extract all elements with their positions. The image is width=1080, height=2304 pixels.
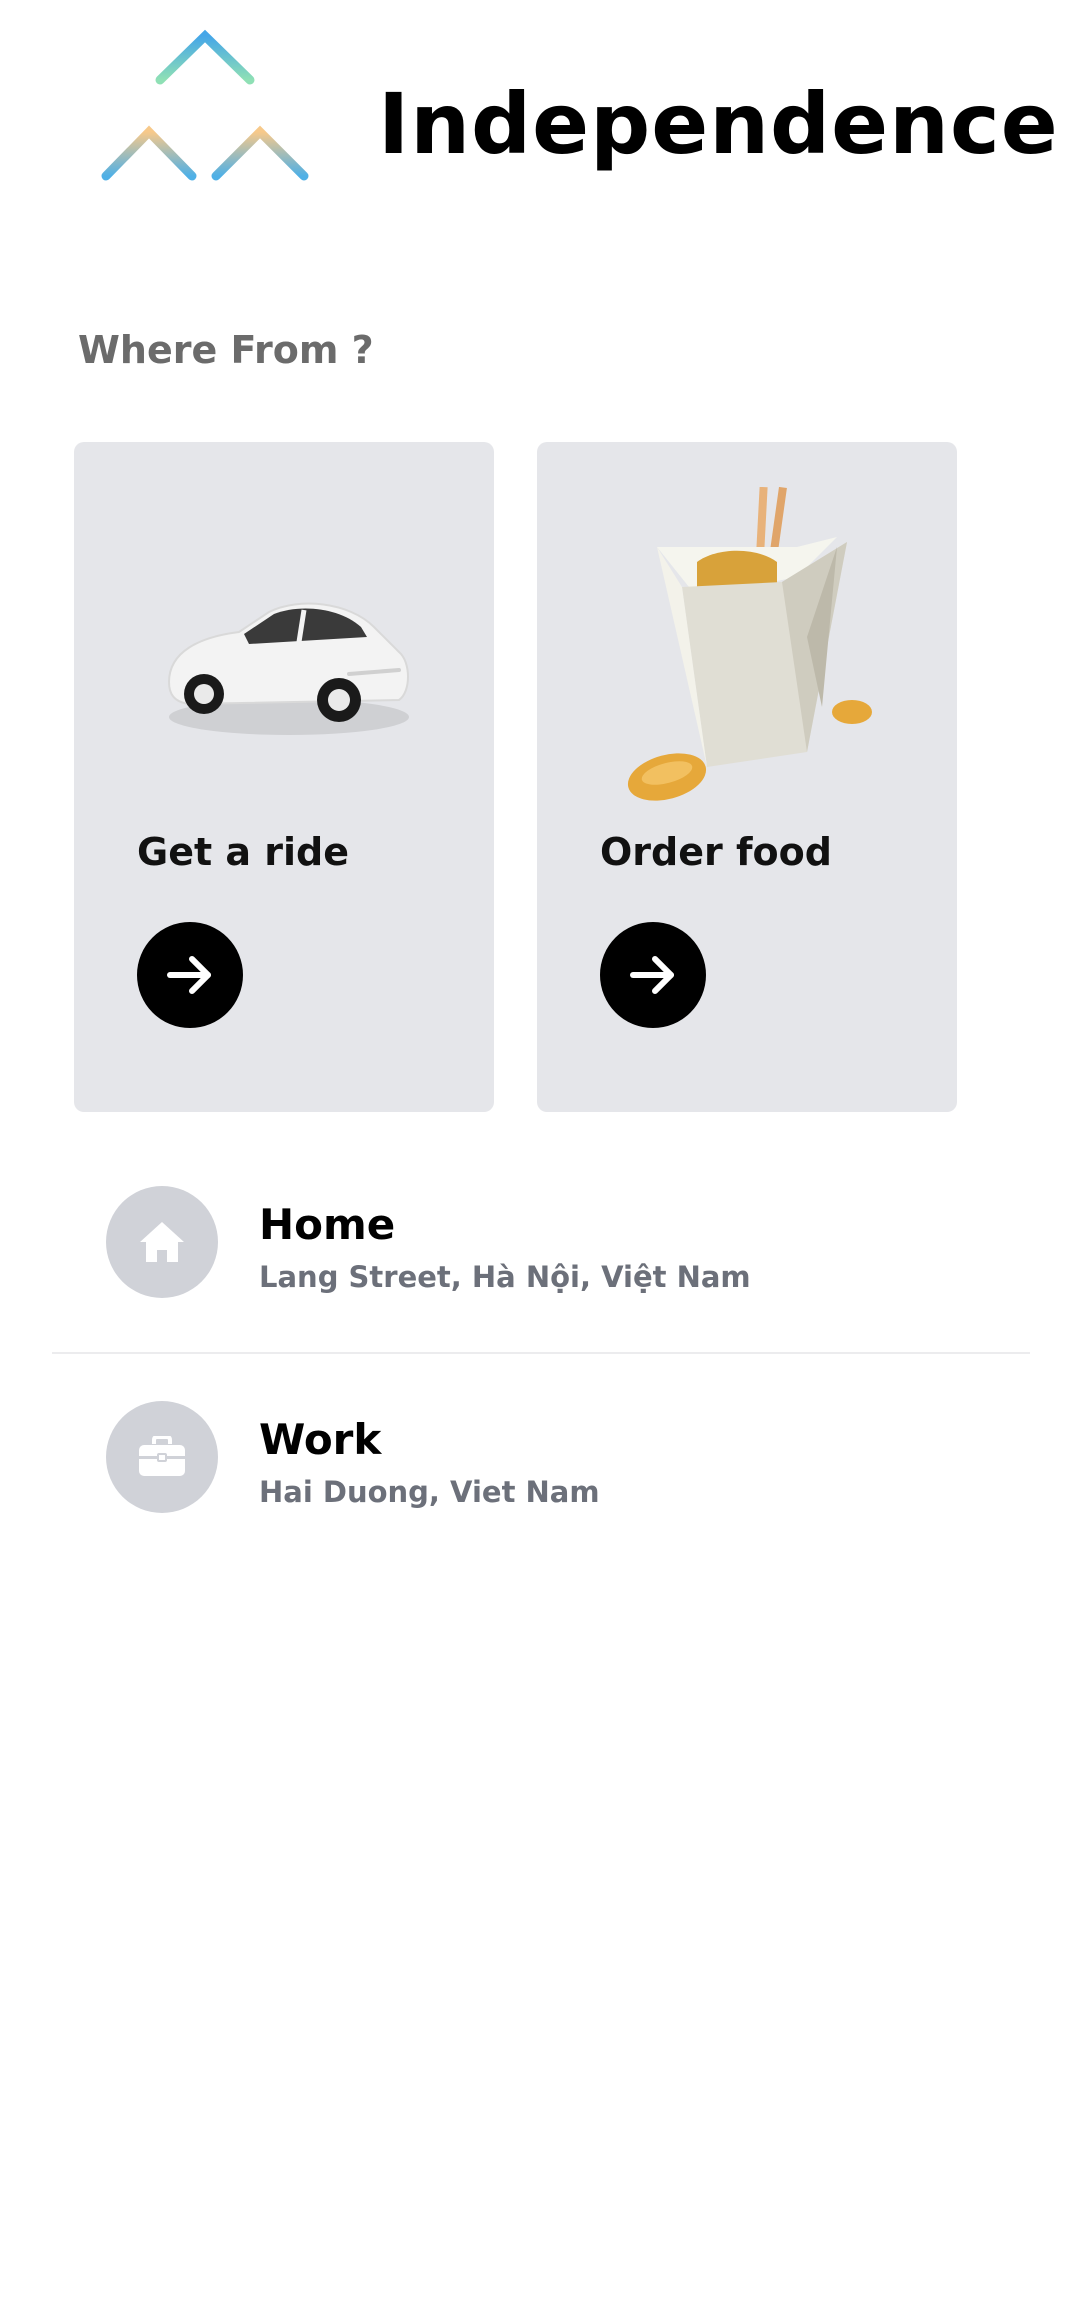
saved-place-home[interactable]: Home Lang Street, Hà Nội, Việt Nam [52, 1142, 1030, 1352]
three-houses-logo [101, 29, 309, 245]
car-illustration [167, 602, 409, 735]
place-name: Home [259, 1200, 396, 1249]
get-a-ride-button[interactable] [137, 922, 243, 1028]
order-food-label: Order food [600, 830, 832, 874]
arrow-right-icon [630, 956, 674, 994]
divider [52, 1352, 1030, 1354]
saved-place-work[interactable]: Work Hai Duong, Viet Nam [52, 1357, 1030, 1567]
app-logo [100, 28, 310, 248]
arrow-right-icon [167, 956, 211, 994]
place-name: Work [259, 1415, 382, 1464]
place-address: Lang Street, Hà Nội, Việt Nam [259, 1260, 751, 1294]
section-label: Where From ? [78, 328, 374, 372]
get-a-ride-label: Get a ride [137, 830, 349, 874]
takeout-box-illustration [627, 487, 872, 801]
briefcase-icon-wrap [106, 1401, 218, 1513]
briefcase-icon [139, 1436, 185, 1476]
home-icon [140, 1222, 184, 1262]
place-address: Hai Duong, Viet Nam [259, 1475, 600, 1509]
order-food-button[interactable] [600, 922, 706, 1028]
order-food-card[interactable]: Order food [537, 442, 957, 1112]
app-title: Independence [378, 75, 1059, 173]
get-a-ride-card[interactable]: Get a ride [74, 442, 494, 1112]
home-icon-wrap [106, 1186, 218, 1298]
